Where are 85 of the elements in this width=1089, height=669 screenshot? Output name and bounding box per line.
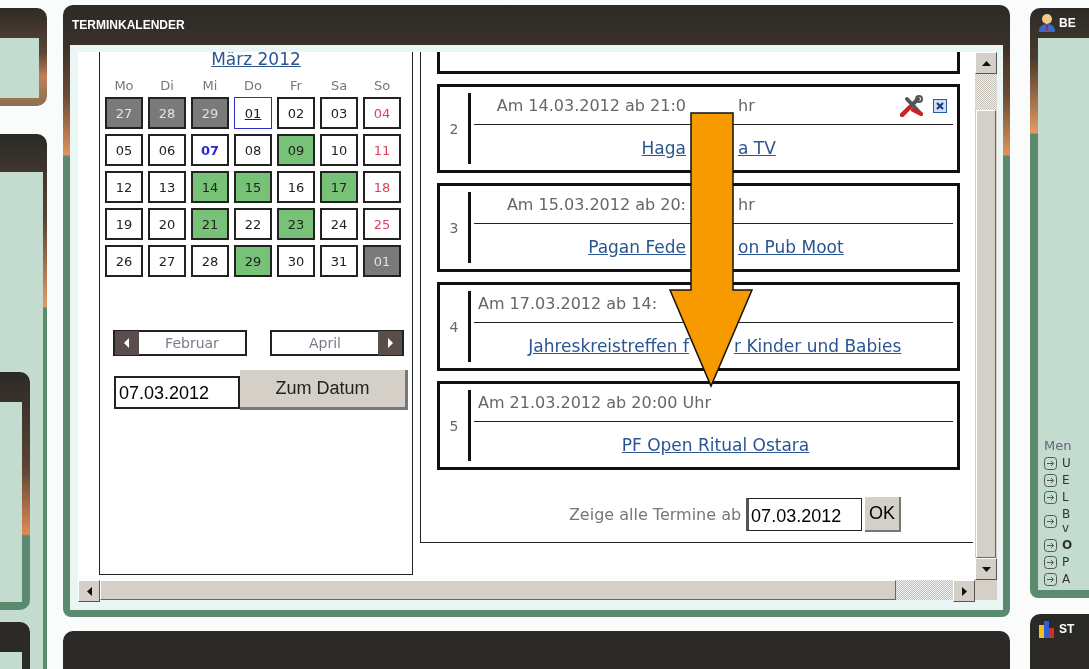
previous-month-button[interactable]: Februar <box>113 330 247 356</box>
ok-button[interactable]: OK <box>865 497 902 532</box>
calendar-day[interactable]: 04 <box>363 97 401 129</box>
event-date: Am 21.03.2012 ab 20:00 Uhr <box>478 393 711 412</box>
tools-icon[interactable] <box>899 94 925 117</box>
calendar-day[interactable]: 25 <box>363 208 401 240</box>
calendar-day[interactable]: 06 <box>148 134 186 166</box>
calendar-day[interactable]: 12 <box>105 171 143 203</box>
event-date: Am 14.03.2012 ab 21:0 <box>496 96 686 115</box>
user-icon <box>1038 13 1056 33</box>
panel-title: BE <box>1059 16 1076 30</box>
calendar-day[interactable]: 02 <box>277 97 315 129</box>
filter-label: Zeige alle Termine ab <box>568 505 742 524</box>
event-date: hr <box>738 96 755 115</box>
panel-title: ST <box>1059 622 1075 636</box>
month-title-link[interactable]: März 2012 <box>211 52 301 70</box>
menu-link[interactable]: O <box>1062 538 1070 552</box>
calendar-day[interactable]: 16 <box>277 171 315 203</box>
calendar-day[interactable]: 28 <box>191 245 229 277</box>
calendar-day[interactable]: 27 <box>148 245 186 277</box>
weekday-label: Fr <box>289 78 303 93</box>
vertical-scrollbar[interactable] <box>975 52 997 580</box>
up-arrow-icon <box>981 60 991 66</box>
panel-title: TERMINKALENDER <box>71 17 186 34</box>
scrollbar-corner <box>975 580 997 600</box>
filter-date-input[interactable]: 07.03.2012 <box>746 498 863 531</box>
event-number: 5 <box>448 416 460 436</box>
menu-link[interactable]: P <box>1062 555 1070 569</box>
menu-link[interactable]: L <box>1062 490 1070 504</box>
event-number: 2 <box>448 119 460 139</box>
weekday-label: Sa <box>329 78 349 93</box>
menu-link[interactable]: A <box>1062 572 1070 586</box>
calendar-day[interactable]: 10 <box>320 134 358 166</box>
calendar-day[interactable]: 08 <box>234 134 272 166</box>
calendar-day[interactable]: 03 <box>320 97 358 129</box>
calendar-day[interactable]: 19 <box>105 208 143 240</box>
calendar-day[interactable]: 11 <box>363 134 401 166</box>
event-title-link[interactable]: on Pub Moot <box>738 236 844 257</box>
weekday-label: Di <box>159 78 175 93</box>
event-title-link[interactable]: Pagan Fede <box>588 236 686 257</box>
left-arrow-icon <box>86 586 92 596</box>
scrollbar-thumb[interactable] <box>976 110 996 558</box>
calendar-day[interactable]: 09 <box>277 134 315 166</box>
down-arrow-icon <box>981 566 991 572</box>
event-title-link[interactable]: PF Open Ritual Ostara <box>621 434 810 455</box>
chart-icon <box>1038 619 1056 639</box>
calendar-day[interactable]: 17 <box>320 171 358 203</box>
event-date: Am 15.03.2012 ab 20: <box>506 195 686 214</box>
calendar-day[interactable]: 07 <box>191 134 229 166</box>
event-title-link[interactable]: Haga <box>641 137 686 158</box>
calendar-day[interactable]: 13 <box>148 171 186 203</box>
calendar-day[interactable]: 05 <box>105 134 143 166</box>
calendar-day[interactable]: 18 <box>363 171 401 203</box>
calendar-day[interactable]: 29 <box>234 245 272 277</box>
calendar-day[interactable]: 22 <box>234 208 272 240</box>
event-title-link[interactable]: a TV <box>738 137 776 158</box>
weekday-label: Do <box>243 78 263 93</box>
event-number: 4 <box>448 317 460 337</box>
event-date: hr <box>738 195 755 214</box>
event-number: 3 <box>448 218 460 238</box>
calendar-day[interactable]: 26 <box>105 245 143 277</box>
event-date: Am 17.03.2012 ab 14: <box>478 294 658 313</box>
calendar-day[interactable]: 14 <box>191 171 229 203</box>
event-title-link[interactable]: Jahreskreistreffen f <box>528 335 689 356</box>
calendar-day[interactable]: 24 <box>320 208 358 240</box>
weekday-label: Mo <box>113 78 135 93</box>
calendar-day[interactable]: 23 <box>277 208 315 240</box>
calendar-day[interactable]: 31 <box>320 245 358 277</box>
weekday-label: Mi <box>201 78 219 93</box>
next-month-button[interactable]: April <box>270 330 404 356</box>
calendar-day[interactable]: 15 <box>234 171 272 203</box>
event-title-link[interactable]: r Kinder und Babies <box>734 335 902 356</box>
right-arrow-icon <box>961 586 967 596</box>
go-to-date-button[interactable]: Zum Datum <box>240 370 408 410</box>
menu-heading: Men <box>1044 438 1073 453</box>
menu-link[interactable]: U <box>1062 456 1070 470</box>
calendar-day[interactable]: 21 <box>191 208 229 240</box>
calendar-day[interactable]: 01 <box>234 97 272 129</box>
calendar-day[interactable]: 30 <box>277 245 315 277</box>
menu-link[interactable]: E <box>1062 473 1070 487</box>
calendar-day[interactable]: 20 <box>148 208 186 240</box>
menu-link[interactable]: B v <box>1062 507 1070 535</box>
delete-icon[interactable] <box>933 98 947 113</box>
date-input[interactable]: 07.03.2012 <box>114 376 240 409</box>
weekday-label: So <box>372 78 392 93</box>
